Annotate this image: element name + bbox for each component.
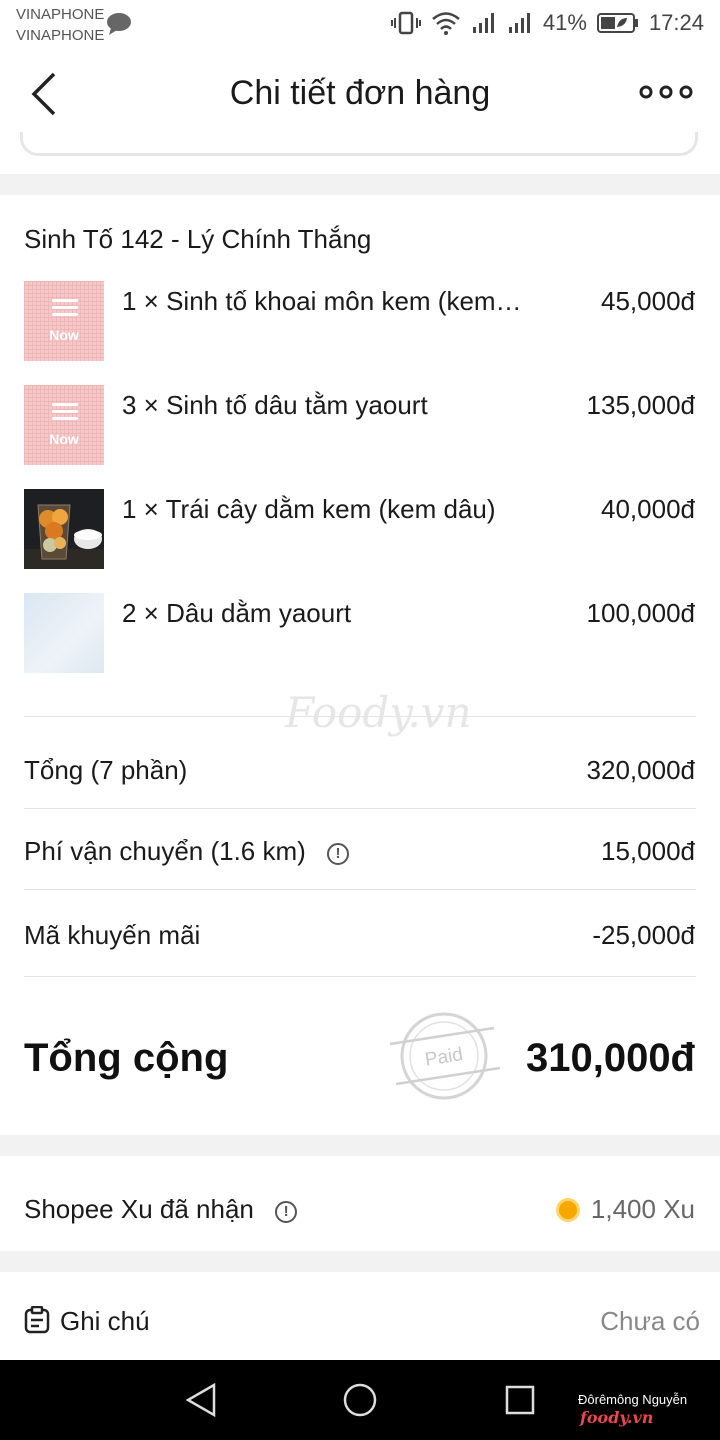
- item-name: 3 × Sinh tố dâu tằm yaourt: [122, 390, 428, 420]
- coins-value-wrap: 1,400 Xu: [555, 1194, 695, 1225]
- carrier-2: VINAPHONE: [16, 27, 105, 44]
- clipboard-note-icon: [24, 1306, 50, 1334]
- previous-card-edge: [20, 132, 698, 156]
- item-price: 45,000đ: [601, 286, 695, 316]
- shipping-fee-label: Phí vận chuyển (1.6 km) !: [24, 836, 350, 867]
- info-icon[interactable]: !: [275, 1200, 298, 1223]
- android-nav-bar: Đôrêmông Nguyễn foody.vn: [0, 1360, 720, 1440]
- grand-total-value: 310,000đ: [525, 1036, 695, 1080]
- battery-percent: 41%: [542, 10, 587, 35]
- coins-label-wrap: Shopee Xu đã nhận !: [24, 1194, 298, 1225]
- item-image-light: [24, 593, 104, 673]
- note-label: Ghi chú: [60, 1306, 150, 1336]
- coins-section: Shopee Xu đã nhận ! 1,400 Xu: [0, 1156, 720, 1251]
- item-price: 40,000đ: [601, 494, 695, 524]
- signal-icon-1: [472, 13, 494, 33]
- page-title: Chi tiết đơn hàng: [229, 74, 491, 112]
- divider: [24, 716, 696, 717]
- item-image-placeholder: Now: [24, 281, 104, 361]
- battery-icon: [596, 13, 638, 33]
- nav-recents-icon[interactable]: [504, 1384, 536, 1416]
- now-logo-text: Now: [49, 431, 79, 447]
- paid-stamp-text: Paid: [423, 1044, 464, 1071]
- message-icon: [107, 13, 131, 35]
- divider: [24, 976, 696, 977]
- coins-label: Shopee Xu đã nhận: [24, 1194, 254, 1224]
- uploader-name: Đôrêmông Nguyễn: [578, 1392, 688, 1407]
- item-name: 1 × Sinh tố khoai môn kem (kem…: [122, 286, 522, 316]
- foody-watermark: Foody.vn: [285, 688, 472, 737]
- foody-logo: foody.vn: [580, 1408, 654, 1427]
- coins-value: 1,400 Xu: [590, 1194, 695, 1224]
- now-logo-text: Now: [49, 327, 79, 343]
- clock: 17:24: [648, 10, 704, 35]
- promo-code-value: -25,000đ: [592, 920, 695, 950]
- coin-icon: [555, 1197, 580, 1222]
- shipping-fee-text: Phí vận chuyển (1.6 km): [24, 836, 306, 866]
- grand-total-label: Tổng cộng: [24, 1036, 229, 1080]
- item-name: 2 × Dâu dằm yaourt: [122, 598, 352, 628]
- vibrate-icon: [390, 11, 421, 35]
- shipping-fee-value: 15,000đ: [601, 836, 695, 866]
- promo-code-label: Mã khuyến mãi: [24, 920, 201, 950]
- status-icons: 41% 17:24: [390, 10, 704, 36]
- signal-icon-2: [508, 13, 530, 33]
- order-section: [0, 195, 720, 1135]
- subtotal-value: 320,000đ: [586, 755, 695, 785]
- item-image-fruit: [24, 489, 104, 569]
- nav-home-icon[interactable]: [342, 1382, 378, 1418]
- divider: [24, 808, 696, 809]
- item-price: 135,000đ: [586, 390, 695, 420]
- wifi-icon: [432, 12, 460, 35]
- more-options-icon[interactable]: [638, 84, 698, 100]
- item-name: 1 × Trái cây dằm kem (kem dâu): [122, 494, 496, 524]
- status-bar: VINAPHONE VINAPHONE 41% 17:24: [0, 0, 720, 52]
- previous-card-section: [0, 132, 720, 174]
- info-icon[interactable]: !: [327, 842, 350, 865]
- app-header: Chi tiết đơn hàng: [0, 52, 720, 132]
- note-value: Chưa có: [600, 1306, 700, 1336]
- note-section[interactable]: Ghi chú Chưa có: [0, 1272, 720, 1360]
- divider: [24, 889, 696, 890]
- store-name: Sinh Tố 142 - Lý Chính Thắng: [24, 224, 372, 254]
- item-price: 100,000đ: [586, 598, 695, 628]
- nav-back-icon[interactable]: [184, 1382, 218, 1418]
- paid-stamp-icon: Paid: [389, 1012, 501, 1100]
- carrier-1: VINAPHONE: [16, 6, 105, 23]
- item-image-placeholder: Now: [24, 385, 104, 465]
- subtotal-label: Tổng (7 phần): [24, 755, 188, 785]
